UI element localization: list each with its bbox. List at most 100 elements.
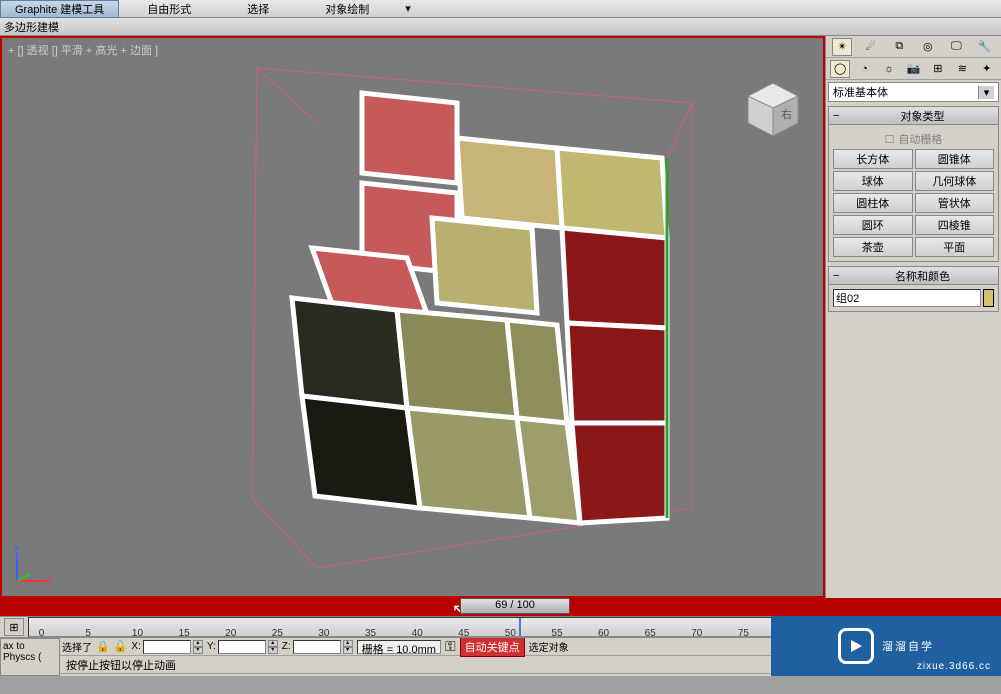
tick-label: 35 xyxy=(365,628,376,639)
primitive-buttons: 长方体 圆锥体 球体 几何球体 圆柱体 管状体 圆环 四棱锥 茶壶 平面 xyxy=(833,149,994,257)
object-type-rollout: − 对象类型 ☐ 自动栅格 长方体 圆锥体 球体 几何球体 圆柱体 管状体 圆环… xyxy=(828,106,999,262)
btn-cylinder[interactable]: 圆柱体 xyxy=(833,193,913,213)
tick-label: 70 xyxy=(691,628,702,639)
z-input[interactable] xyxy=(293,640,341,654)
menu-bar: Graphite 建模工具 自由形式 选择 对象绘制 ▾ xyxy=(0,0,1001,18)
panel-tabs-row1: ✴ ☄ ⧉ ◎ 🖵 🔧 xyxy=(826,36,1001,58)
y-label: Y: xyxy=(207,641,216,652)
key-icon[interactable]: ⚿ xyxy=(445,638,456,655)
grid-value: 栅格 = 10.0mm xyxy=(357,640,441,654)
tick-label: 10 xyxy=(132,628,143,639)
collapse-icon: − xyxy=(833,270,847,282)
watermark-url: zixue.3d66.cc xyxy=(917,661,991,672)
lock-icon[interactable]: 🔒 xyxy=(96,640,110,653)
btn-tube[interactable]: 管状体 xyxy=(915,193,995,213)
dropdown-value: 标准基本体 xyxy=(833,84,888,100)
watermark: 溜溜自学 zixue.3d66.cc xyxy=(771,616,1001,676)
tick-label: 30 xyxy=(318,628,329,639)
create-lights-icon[interactable]: ☼ xyxy=(879,60,899,78)
svg-text:x: x xyxy=(48,575,52,586)
menu-select[interactable]: 选择 xyxy=(219,1,297,17)
tick-label: 20 xyxy=(225,628,236,639)
sub-menu: 多边形建模 xyxy=(0,18,1001,36)
btn-pyramid[interactable]: 四棱锥 xyxy=(915,215,995,235)
tab-display-icon[interactable]: 🖵 xyxy=(946,38,966,56)
name-color-rollout: − 名称和颜色 xyxy=(828,266,999,312)
object-color-swatch[interactable] xyxy=(983,289,994,307)
tick-label: 5 xyxy=(85,628,91,639)
create-shapes-icon[interactable]: ◔ xyxy=(855,60,875,78)
script-listener[interactable]: ax to Physcs ( xyxy=(0,638,60,676)
x-label: X: xyxy=(131,641,140,652)
tab-motion-icon[interactable]: ◎ xyxy=(918,38,938,56)
viewport-scene xyxy=(2,38,823,596)
dropdown-arrow-icon: ▾ xyxy=(978,86,994,99)
track-config-icon[interactable]: ⊞ xyxy=(4,618,24,636)
menu-objpaint[interactable]: 对象绘制 xyxy=(297,1,397,17)
autogrid-checkbox[interactable]: ☐ 自动栅格 xyxy=(833,129,994,149)
autokey-button[interactable]: 自动关键点 xyxy=(460,637,525,657)
svg-text:z: z xyxy=(14,546,20,556)
tab-modify-icon[interactable]: ☄ xyxy=(861,38,881,56)
tab-utilities-icon[interactable]: 🔧 xyxy=(975,38,995,56)
btn-teapot[interactable]: 茶壶 xyxy=(833,237,913,257)
time-slider[interactable]: 69 / 100 xyxy=(460,598,570,614)
btn-sphere[interactable]: 球体 xyxy=(833,171,913,191)
create-space-icon[interactable]: ≋ xyxy=(952,60,972,78)
tick-label: 15 xyxy=(179,628,190,639)
create-helpers-icon[interactable]: ⊞ xyxy=(928,60,948,78)
watermark-text: 溜溜自学 xyxy=(882,638,934,654)
rollout-title: 对象类型 xyxy=(851,108,994,124)
play-icon xyxy=(838,628,874,664)
tick-label: 60 xyxy=(598,628,609,639)
create-cameras-icon[interactable]: 📷 xyxy=(903,60,923,78)
menu-graphite[interactable]: Graphite 建模工具 xyxy=(0,0,119,18)
main-area: + [] 透视 [] 平滑 + 高光 + 边面 ] xyxy=(0,36,1001,598)
checkbox-icon: ☐ xyxy=(885,133,895,146)
rollout-title: 名称和颜色 xyxy=(851,268,994,284)
axis-gizmo: z x xyxy=(12,546,52,586)
tab-hierarchy-icon[interactable]: ⧉ xyxy=(889,38,909,56)
current-frame-marker[interactable] xyxy=(519,618,521,636)
btn-plane[interactable]: 平面 xyxy=(915,237,995,257)
viewport[interactable]: + [] 透视 [] 平滑 + 高光 + 边面 ] xyxy=(0,36,825,598)
y-input[interactable] xyxy=(218,640,266,654)
btn-cone[interactable]: 圆锥体 xyxy=(915,149,995,169)
z-label: Z: xyxy=(282,641,291,652)
lock2-icon[interactable]: 🔓 xyxy=(114,640,128,653)
rollout-header-objtype[interactable]: − 对象类型 xyxy=(829,107,998,125)
object-name-input[interactable] xyxy=(833,289,981,307)
menu-dropdown-icon[interactable]: ▾ xyxy=(397,2,419,15)
btn-torus[interactable]: 圆环 xyxy=(833,215,913,235)
tick-label: 50 xyxy=(505,628,516,639)
tick-label: 65 xyxy=(645,628,656,639)
x-spinner[interactable]: ▴▾ xyxy=(193,640,203,654)
btn-box[interactable]: 长方体 xyxy=(833,149,913,169)
selection-target[interactable]: 选定对象 xyxy=(529,639,569,654)
command-panel: ✴ ☄ ⧉ ◎ 🖵 🔧 ◯ ◔ ☼ 📷 ⊞ ≋ ✦ 标准基本体 ▾ − 对象类型 xyxy=(825,36,1001,598)
rollout-header-namecolor[interactable]: − 名称和颜色 xyxy=(829,267,998,285)
status-hint: 按停止按钮以停止动画 xyxy=(62,657,789,673)
viewcube[interactable]: 右 xyxy=(743,78,803,138)
tick-label: 0 xyxy=(39,628,45,639)
create-geometry-icon[interactable]: ◯ xyxy=(830,60,850,78)
submenu-label[interactable]: 多边形建模 xyxy=(4,19,59,35)
btn-geosphere[interactable]: 几何球体 xyxy=(915,171,995,191)
y-spinner[interactable]: ▴▾ xyxy=(268,640,278,654)
tick-label: 75 xyxy=(738,628,749,639)
selection-count: 选择了 xyxy=(62,639,92,654)
x-input[interactable] xyxy=(143,640,191,654)
tick-label: 45 xyxy=(458,628,469,639)
menu-freeform[interactable]: 自由形式 xyxy=(119,1,219,17)
svg-text:右: 右 xyxy=(781,107,792,121)
geometry-type-dropdown[interactable]: 标准基本体 ▾ xyxy=(828,82,999,102)
tab-create-icon[interactable]: ✴ xyxy=(832,38,852,56)
panel-tabs-row2: ◯ ◔ ☼ 📷 ⊞ ≋ ✦ xyxy=(826,58,1001,80)
timeline[interactable]: ↖ 69 / 100 xyxy=(0,598,1001,616)
autogrid-label: 自动栅格 xyxy=(898,131,942,147)
collapse-icon: − xyxy=(833,110,847,122)
z-spinner[interactable]: ▴▾ xyxy=(343,640,353,654)
tick-label: 40 xyxy=(412,628,423,639)
create-systems-icon[interactable]: ✦ xyxy=(977,60,997,78)
tick-label: 25 xyxy=(272,628,283,639)
